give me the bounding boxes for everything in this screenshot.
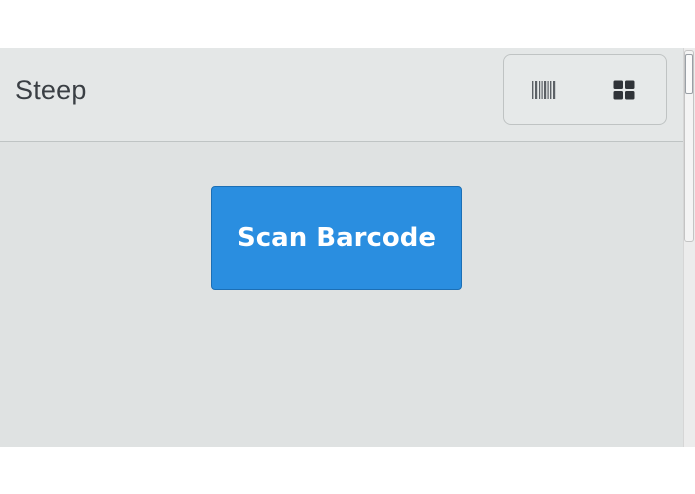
page-title: Steep <box>15 75 87 105</box>
barcode-icon <box>532 80 556 99</box>
header: Steep <box>0 48 683 142</box>
view-toggle <box>503 54 667 125</box>
barcode-view-button[interactable] <box>504 55 584 124</box>
scan-barcode-button[interactable]: Scan Barcode <box>211 186 462 290</box>
grid-icon <box>613 80 635 99</box>
screen: Steep Scan Barcode <box>0 0 695 494</box>
app-window: Steep Scan Barcode <box>0 48 683 447</box>
grid-view-button[interactable] <box>584 55 664 124</box>
scroll-indicator <box>685 54 693 94</box>
